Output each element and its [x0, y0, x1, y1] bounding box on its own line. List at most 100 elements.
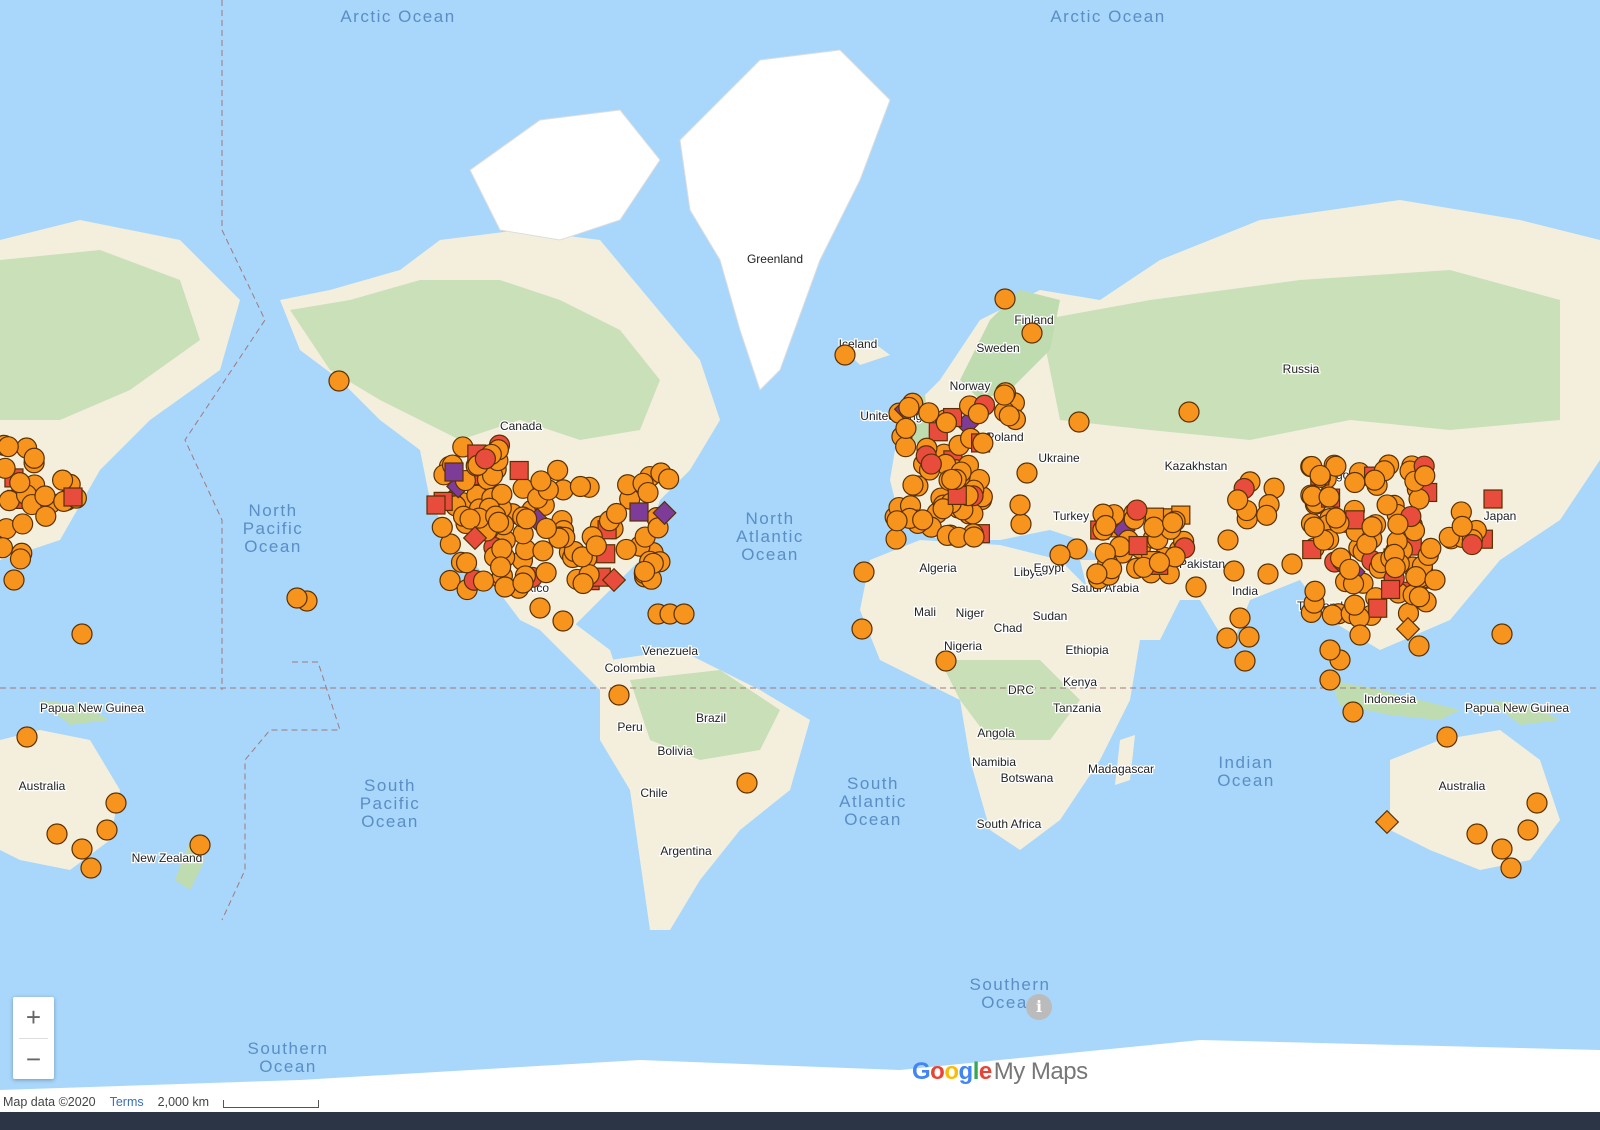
- map-marker-circle[interactable]: [1414, 465, 1436, 487]
- map-marker-square[interactable]: [1380, 579, 1401, 600]
- map-marker-circle[interactable]: [895, 436, 917, 458]
- map-marker-circle[interactable]: [1461, 533, 1483, 556]
- map-marker-circle[interactable]: [472, 570, 495, 592]
- map-marker-square[interactable]: [509, 460, 529, 481]
- map-marker-circle[interactable]: [1009, 494, 1031, 516]
- map-marker-circle[interactable]: [935, 650, 957, 672]
- map-marker-circle[interactable]: [615, 538, 637, 561]
- map-marker-circle[interactable]: [1344, 594, 1366, 616]
- map-marker-circle[interactable]: [12, 513, 34, 535]
- info-icon[interactable]: i: [1026, 994, 1052, 1020]
- map-marker-circle[interactable]: [886, 510, 908, 532]
- map-marker-circle[interactable]: [1256, 504, 1278, 526]
- map-marker-circle[interactable]: [96, 819, 118, 841]
- map-marker-circle[interactable]: [0, 457, 16, 479]
- map-marker-circle[interactable]: [941, 468, 963, 491]
- map-marker-circle[interactable]: [71, 838, 93, 860]
- map-marker-circle[interactable]: [328, 370, 350, 392]
- map-marker-circle[interactable]: [51, 469, 74, 491]
- map-marker-circle[interactable]: [1010, 513, 1032, 535]
- map-marker-circle[interactable]: [459, 508, 481, 530]
- map-marker-circle[interactable]: [34, 485, 56, 507]
- map-marker-circle[interactable]: [16, 726, 38, 748]
- map-marker-circle[interactable]: [3, 569, 25, 591]
- map-marker-circle[interactable]: [80, 857, 102, 879]
- map-marker-circle[interactable]: [455, 552, 478, 574]
- map-marker-circle[interactable]: [286, 587, 308, 609]
- map-marker-circle[interactable]: [658, 468, 680, 490]
- map-marker-circle[interactable]: [1344, 471, 1366, 494]
- map-marker-circle[interactable]: [912, 509, 934, 531]
- map-marker-circle[interactable]: [512, 572, 534, 594]
- map-marker-circle[interactable]: [105, 792, 127, 814]
- map-marker-circle[interactable]: [902, 474, 924, 496]
- map-marker-circle[interactable]: [1227, 489, 1249, 511]
- map-marker-circle[interactable]: [530, 470, 552, 492]
- map-marker-circle[interactable]: [1049, 544, 1071, 566]
- map-marker-circle[interactable]: [1162, 512, 1184, 534]
- map-marker-circle[interactable]: [834, 344, 856, 366]
- map-marker-circle[interactable]: [1086, 563, 1108, 585]
- map-marker-circle[interactable]: [998, 405, 1020, 427]
- map-marker-circle[interactable]: [1095, 514, 1117, 537]
- map-marker-circle[interactable]: [1281, 553, 1303, 575]
- map-marker-circle[interactable]: [851, 618, 873, 640]
- map-marker-circle[interactable]: [1234, 650, 1256, 672]
- map-marker-circle[interactable]: [1408, 635, 1430, 657]
- map-marker-circle[interactable]: [529, 597, 551, 619]
- map-marker-circle[interactable]: [605, 502, 628, 525]
- map-marker-circle[interactable]: [673, 603, 695, 625]
- map-marker-circle[interactable]: [189, 834, 211, 856]
- map-marker-circle[interactable]: [1376, 494, 1398, 516]
- map-marker-square[interactable]: [426, 495, 446, 515]
- map-marker-circle[interactable]: [1491, 838, 1513, 860]
- map-marker-circle[interactable]: [1436, 726, 1458, 748]
- map-marker-circle[interactable]: [572, 572, 594, 595]
- map-marker-circle[interactable]: [1068, 411, 1090, 433]
- map-marker-circle[interactable]: [46, 823, 68, 845]
- map-marker-circle[interactable]: [1178, 401, 1200, 423]
- map-marker-square[interactable]: [444, 462, 464, 482]
- zoom-out-button[interactable]: −: [13, 1039, 54, 1080]
- map-marker-circle[interactable]: [608, 684, 630, 706]
- map-marker-circle[interactable]: [1126, 499, 1148, 521]
- map-marker-circle[interactable]: [1526, 792, 1548, 814]
- zoom-in-button[interactable]: +: [13, 997, 54, 1038]
- world-map[interactable]: Arctic Ocean Arctic Ocean North Pacific Ocea…: [0, 0, 1600, 1112]
- map-marker-circle[interactable]: [535, 561, 557, 584]
- map-marker-circle[interactable]: [474, 448, 496, 470]
- map-marker-circle[interactable]: [967, 403, 989, 425]
- map-marker-circle[interactable]: [1223, 560, 1245, 582]
- map-marker-circle[interactable]: [993, 384, 1015, 406]
- map-marker-circle[interactable]: [1451, 515, 1473, 537]
- map-marker-circle[interactable]: [1304, 580, 1326, 602]
- map-marker-circle[interactable]: [515, 508, 538, 530]
- map-marker-circle[interactable]: [895, 417, 917, 440]
- map-marker-circle[interactable]: [1185, 576, 1207, 598]
- map-marker-circle[interactable]: [552, 610, 574, 632]
- map-marker-circle[interactable]: [1216, 627, 1238, 649]
- map-marker-circle[interactable]: [1318, 486, 1340, 508]
- map-marker-square[interactable]: [1128, 535, 1148, 556]
- map-marker-square[interactable]: [629, 502, 649, 522]
- map-marker-circle[interactable]: [972, 432, 994, 454]
- map-marker-circle[interactable]: [1319, 669, 1341, 691]
- map-marker-circle[interactable]: [0, 436, 19, 458]
- map-marker-circle[interactable]: [1420, 537, 1442, 559]
- map-marker-circle[interactable]: [1405, 566, 1427, 588]
- map-marker-circle[interactable]: [23, 447, 45, 469]
- map-marker-circle[interactable]: [1342, 701, 1364, 723]
- map-marker-circle[interactable]: [1229, 607, 1251, 629]
- map-marker-circle[interactable]: [1466, 823, 1488, 845]
- map-marker-circle[interactable]: [431, 516, 453, 539]
- map-marker-circle[interactable]: [637, 481, 659, 504]
- map-marker-circle[interactable]: [994, 288, 1016, 310]
- map-marker-circle[interactable]: [487, 511, 510, 533]
- map-marker-circle[interactable]: [1303, 516, 1325, 538]
- map-marker-circle[interactable]: [898, 396, 920, 419]
- map-marker-circle[interactable]: [1339, 558, 1361, 580]
- map-marker-circle[interactable]: [1517, 819, 1539, 841]
- map-marker-circle[interactable]: [1408, 586, 1431, 608]
- map-marker-circle[interactable]: [963, 526, 985, 548]
- map-marker-circle[interactable]: [1217, 529, 1239, 551]
